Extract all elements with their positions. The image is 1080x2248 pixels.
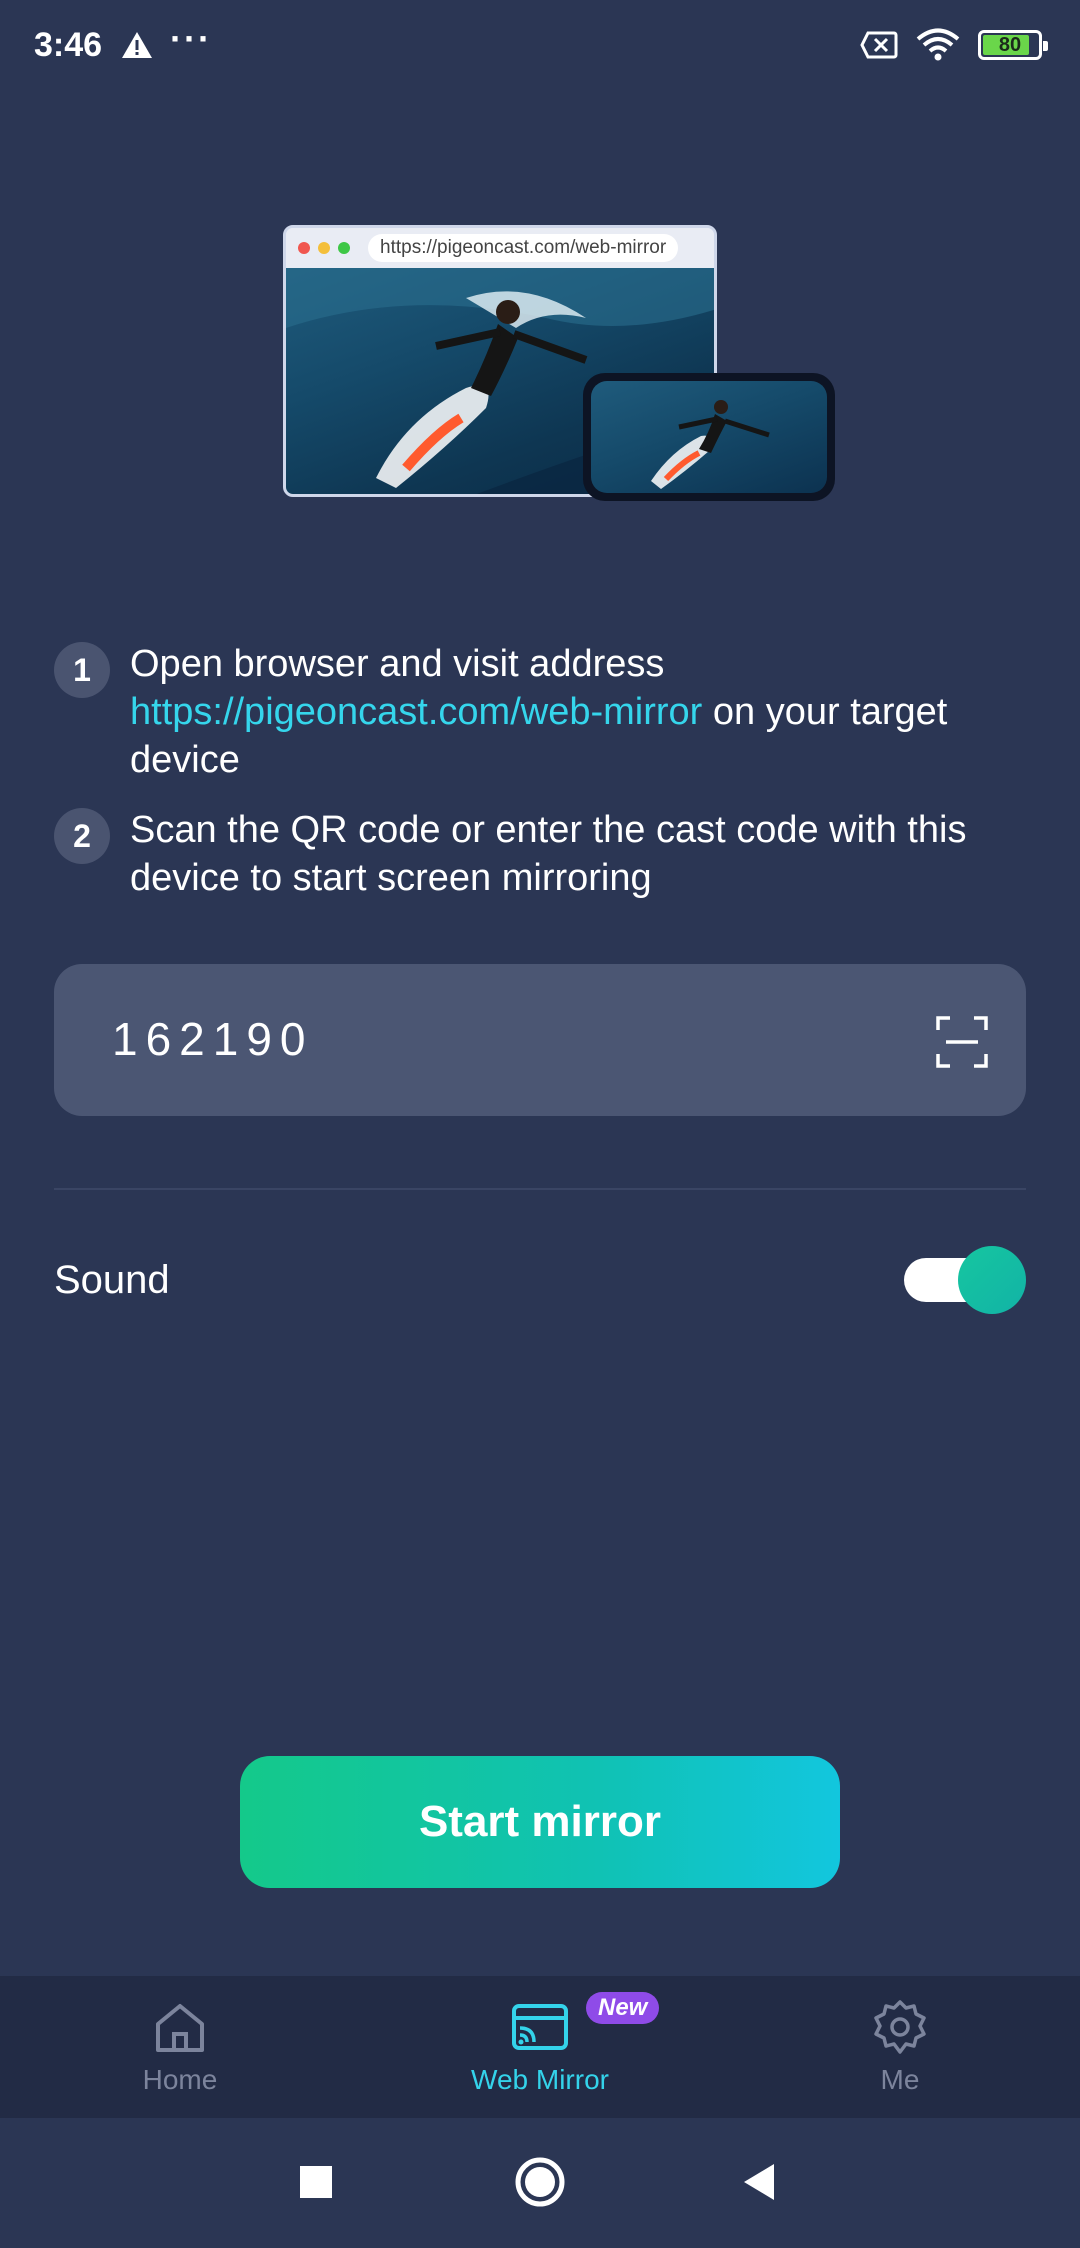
recents-icon[interactable] [298,2148,334,2218]
battery-icon: 80 [978,30,1048,60]
instruction-steps: 1 Open browser and visit address https:/… [54,640,1044,924]
system-nav-bar [0,2118,1080,2248]
home-circle-icon[interactable] [512,2148,568,2218]
toggle-knob [958,1246,1026,1314]
more-dots-icon: ··· [170,18,212,59]
bottom-nav: Home Web Mirror Me [0,1976,1080,2118]
scan-qr-icon[interactable] [936,1016,988,1068]
phone-image [583,373,835,501]
step-text: Scan the QR code or enter the cast code … [130,809,967,899]
nav-label-web-mirror: Web Mirror [471,2064,609,2095]
status-bar: 3:46 ··· 80 [0,0,1080,96]
status-time: 3:46 [34,26,103,64]
new-badge: New [586,1992,660,2024]
sound-toggle[interactable] [904,1246,1026,1314]
nav-item-home[interactable]: Home [30,1976,330,2118]
step-2: 2 Scan the QR code or enter the cast cod… [54,806,1044,902]
nav-label-me: Me [880,2064,920,2095]
status-icons: 80 [860,28,1048,62]
wifi-icon [916,28,960,61]
cast-icon [512,2004,568,2050]
divider [54,1188,1026,1190]
step-1: 1 Open browser and visit address https:/… [54,640,1044,784]
home-icon [156,2004,204,2052]
step-number: 2 [54,808,110,864]
step-text-before: Open browser and visit address [130,643,665,685]
cast-code-field[interactable]: 162190 [54,964,1026,1116]
battery-level: 80 [998,33,1022,56]
step-number: 1 [54,642,110,698]
warning-icon [122,32,152,58]
no-sim-icon [860,31,898,59]
web-mirror-illustration: https://pigeoncast.com/web-mirror [283,225,835,501]
browser-url: https://pigeoncast.com/web-mirror [368,234,679,262]
web-mirror-link[interactable]: https://pigeoncast.com/web-mirror [130,691,702,733]
nav-label-home: Home [142,2064,218,2095]
step-text: Open browser and visit address https://p… [130,640,1044,784]
back-icon[interactable] [740,2148,780,2218]
browser-bar: https://pigeoncast.com/web-mirror [286,228,714,268]
sound-label: Sound [54,1258,170,1302]
nav-item-me[interactable]: Me [750,1976,1050,2118]
start-mirror-button[interactable]: Start mirror [240,1756,840,1888]
cast-code-value: 162190 [112,1013,314,1065]
gear-icon [874,2000,926,2054]
